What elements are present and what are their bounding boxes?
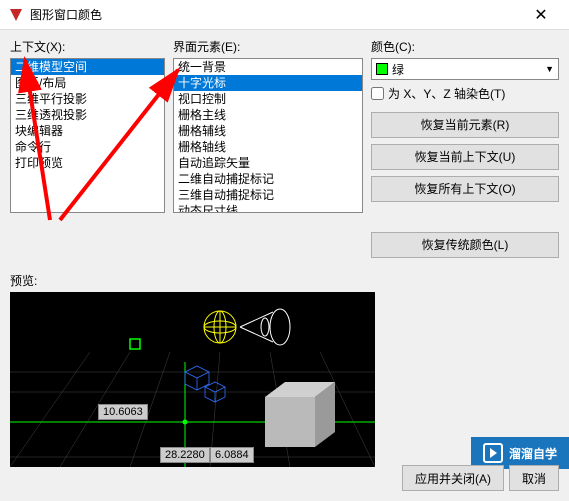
element-item[interactable]: 动态尺寸线	[174, 203, 362, 213]
coord-2: 28.2280	[160, 447, 210, 463]
restore-current-context-button[interactable]: 恢复当前上下文(U)	[371, 144, 559, 170]
element-item[interactable]: 二维自动捕捉标记	[174, 171, 362, 187]
watermark-text: 溜溜自学	[509, 445, 557, 462]
element-label: 界面元素(E):	[173, 38, 363, 55]
element-item[interactable]: 自动追踪矢量	[174, 155, 362, 171]
context-item[interactable]: 三维透视投影	[11, 107, 164, 123]
restore-current-element-button[interactable]: 恢复当前元素(R)	[371, 112, 559, 138]
context-item[interactable]: 二维模型空间	[11, 59, 164, 75]
element-item[interactable]: 栅格轴线	[174, 139, 362, 155]
coord-3: 6.0884	[210, 447, 254, 463]
chevron-down-icon: ▼	[545, 64, 554, 74]
context-item[interactable]: 图纸/布局	[11, 75, 164, 91]
element-item[interactable]: 十字光标	[174, 75, 362, 91]
element-listbox[interactable]: 统一背景十字光标视口控制栅格主线栅格辅线栅格轴线自动追踪矢量二维自动捕捉标记三维…	[173, 58, 363, 213]
axis-tint-checkbox-row[interactable]: 为 X、Y、Z 轴染色(T)	[371, 85, 559, 102]
coord-1: 10.6063	[98, 404, 148, 420]
element-item[interactable]: 栅格主线	[174, 107, 362, 123]
context-item[interactable]: 三维平行投影	[11, 91, 164, 107]
element-item[interactable]: 三维自动捕捉标记	[174, 187, 362, 203]
close-button[interactable]: ✕	[521, 5, 561, 25]
preview-pane: 10.6063 28.2280 6.0884	[10, 292, 375, 467]
color-dropdown[interactable]: 绿 ▼	[371, 58, 559, 80]
color-label: 颜色(C):	[371, 38, 559, 55]
context-item[interactable]: 命令行	[11, 139, 164, 155]
axis-tint-checkbox[interactable]	[371, 87, 384, 100]
play-icon	[483, 443, 503, 463]
context-item[interactable]: 打印预览	[11, 155, 164, 171]
window-title: 图形窗口颜色	[30, 6, 521, 23]
apply-close-button[interactable]: 应用并关闭(A)	[402, 465, 504, 491]
app-icon	[8, 7, 24, 23]
context-item[interactable]: 块编辑器	[11, 123, 164, 139]
restore-all-contexts-button[interactable]: 恢复所有上下文(O)	[371, 176, 559, 202]
restore-traditional-button[interactable]: 恢复传统颜色(L)	[371, 232, 559, 258]
element-item[interactable]: 视口控制	[174, 91, 362, 107]
color-swatch	[376, 63, 388, 75]
context-label: 上下文(X):	[10, 38, 165, 55]
context-listbox[interactable]: 二维模型空间图纸/布局三维平行投影三维透视投影块编辑器命令行打印预览	[10, 58, 165, 213]
preview-label: 预览:	[10, 272, 559, 289]
titlebar: 图形窗口颜色 ✕	[0, 0, 569, 30]
element-item[interactable]: 统一背景	[174, 59, 362, 75]
element-item[interactable]: 栅格辅线	[174, 123, 362, 139]
cancel-button[interactable]: 取消	[509, 465, 559, 491]
axis-tint-label: 为 X、Y、Z 轴染色(T)	[388, 85, 505, 102]
color-value: 绿	[392, 61, 404, 78]
